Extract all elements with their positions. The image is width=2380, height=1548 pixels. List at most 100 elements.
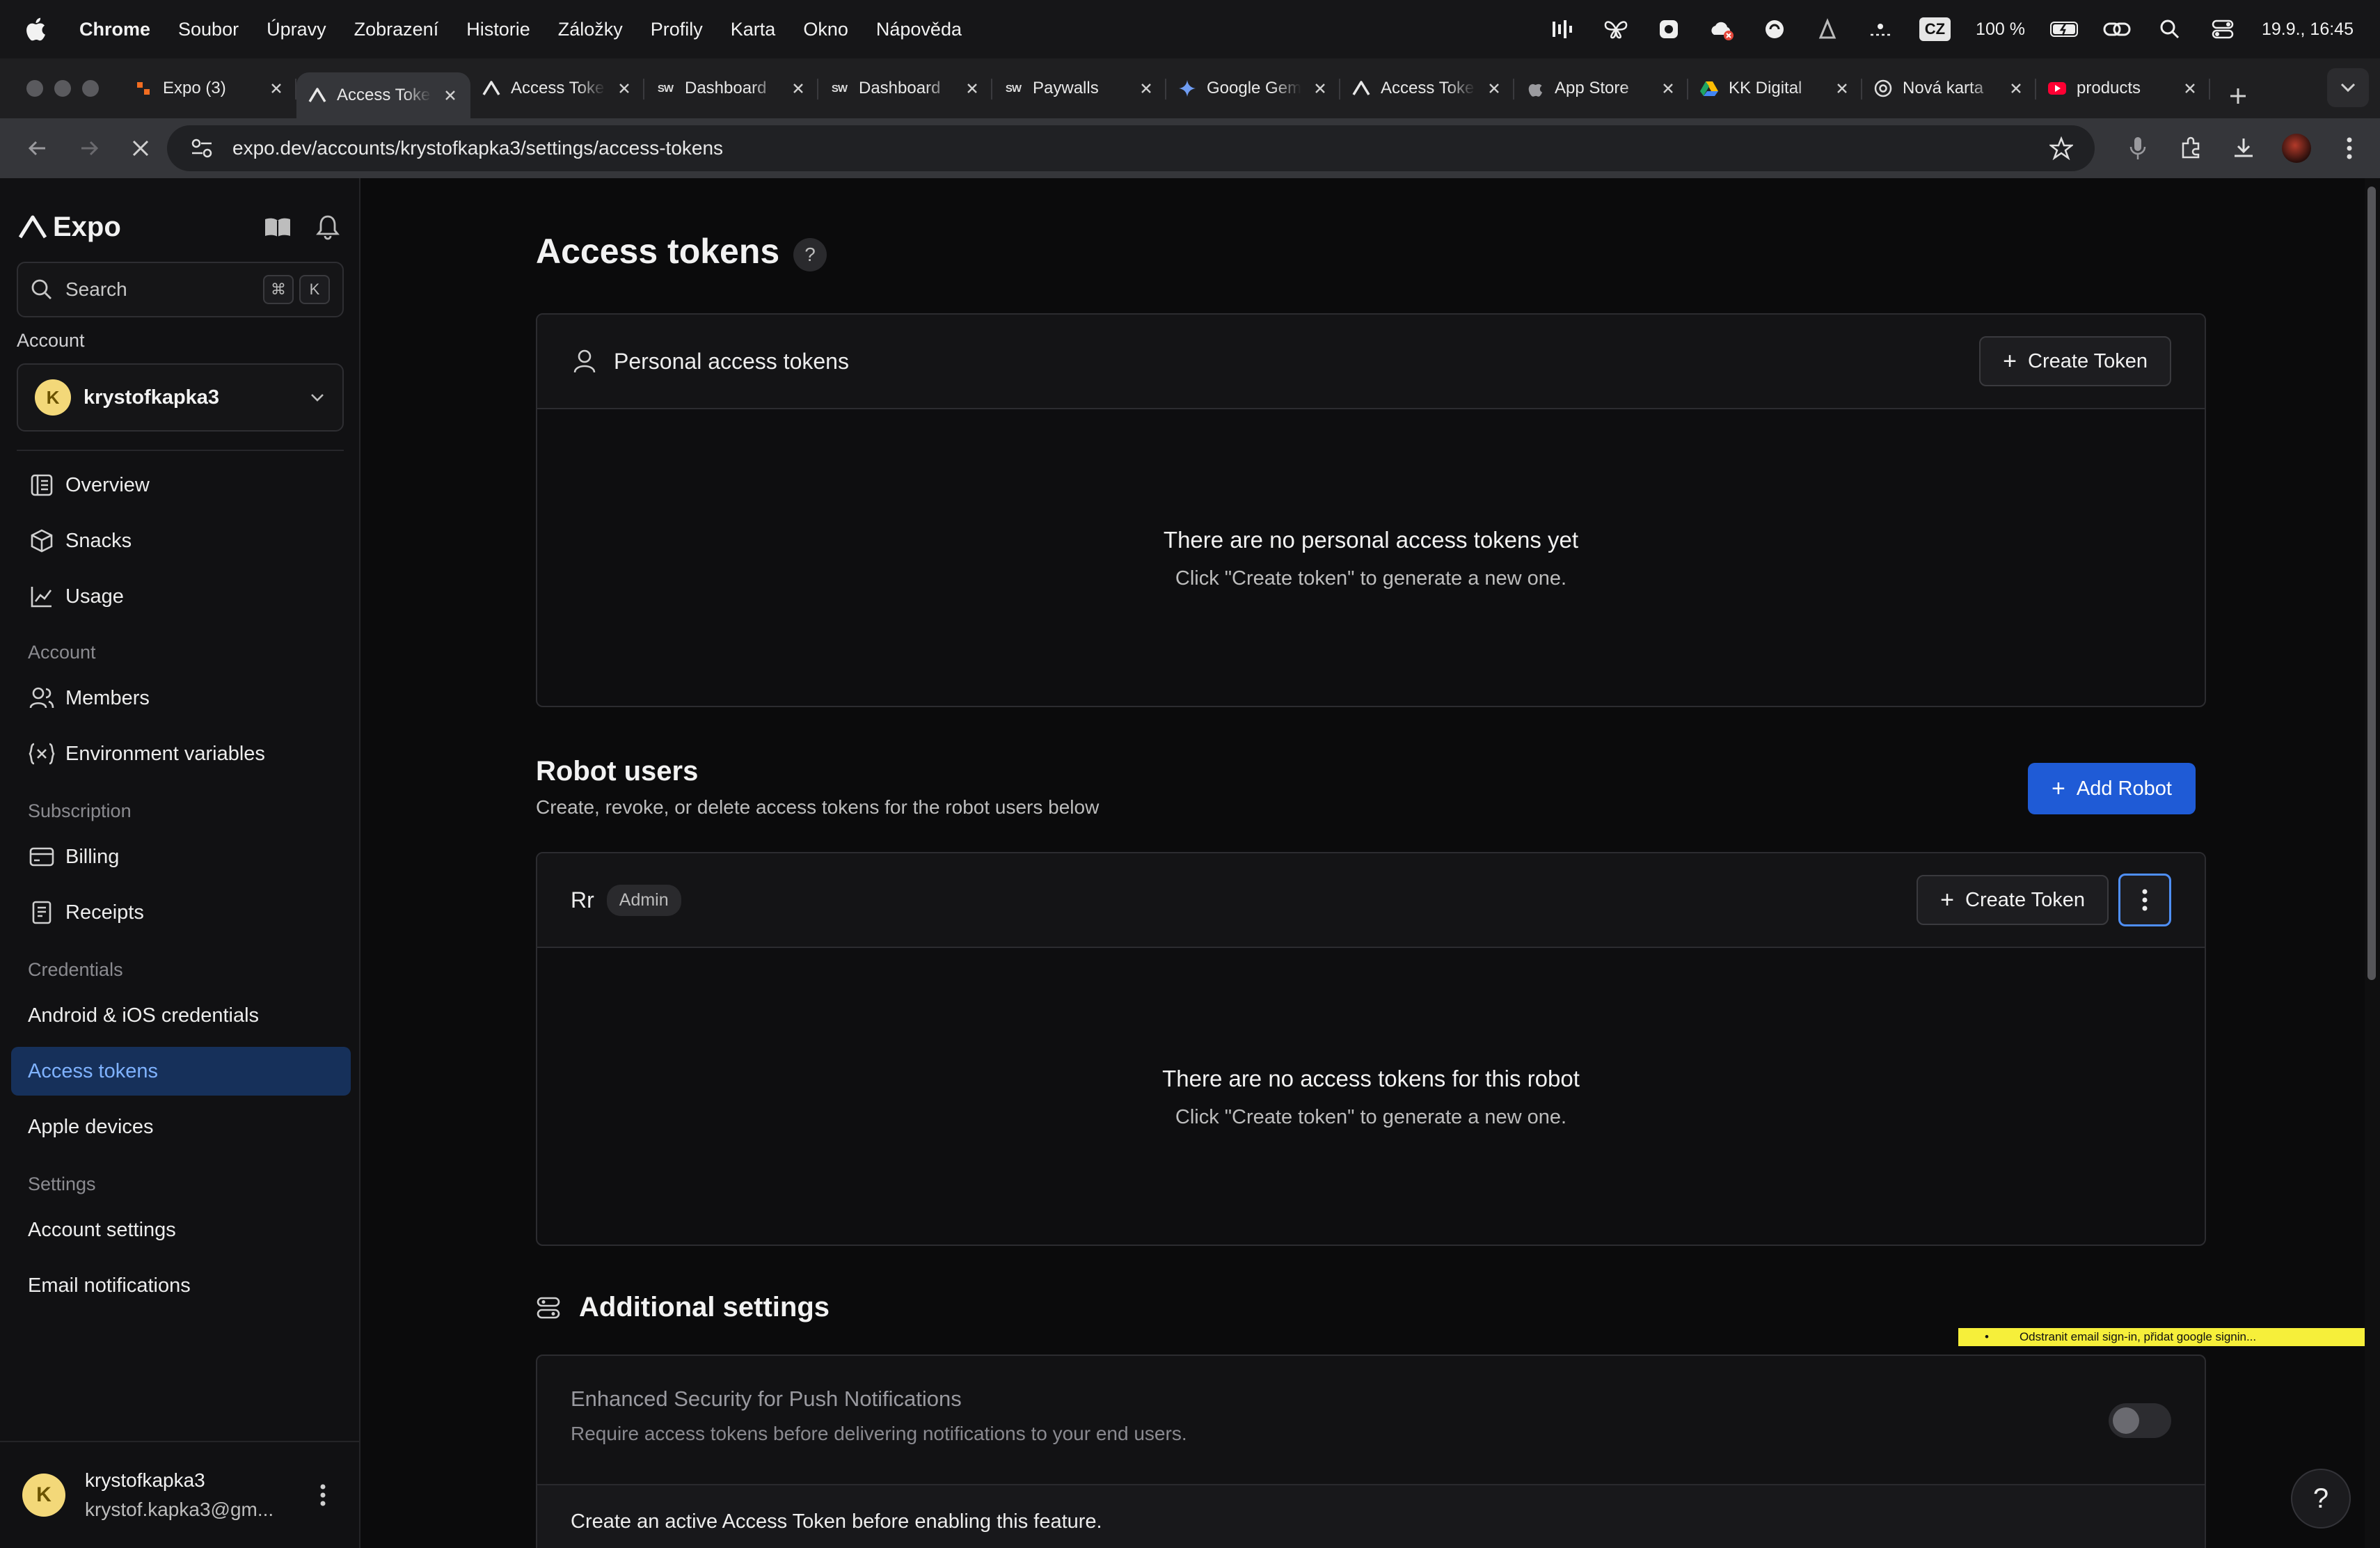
push-security-card: Enhanced Security for Push Notifications… [536,1354,2206,1548]
close-window-button[interactable] [26,80,43,97]
menu-zalozky[interactable]: Záložky [558,19,623,40]
sidebar-item-overview[interactable]: Overview [11,461,351,510]
robot-options-button[interactable] [2118,874,2171,926]
close-tab-icon[interactable] [615,79,633,97]
profile-avatar[interactable] [2280,132,2313,165]
help-floating-button[interactable]: ? [2291,1469,2351,1529]
robot-users-title: Robot users [536,756,699,787]
stop-loading-button[interactable] [120,127,161,169]
browser-tab[interactable]: SW Dashboard [818,66,992,111]
close-tab-icon[interactable] [441,86,459,104]
close-tab-icon[interactable] [1137,79,1155,97]
spotlight-search-icon[interactable] [2156,17,2184,41]
site-info-icon[interactable] [187,133,217,164]
download-icon[interactable] [2227,132,2260,165]
back-button[interactable] [17,127,58,169]
privacy-icon[interactable] [1814,17,1841,41]
avatar[interactable]: K [22,1474,65,1517]
menu-okno[interactable]: Okno [803,19,848,40]
browser-tab[interactable]: Access Tokens [470,66,644,111]
apple-menu-icon[interactable] [25,15,49,43]
browser-tab[interactable]: KK Digital [1688,66,1862,111]
browser-tab[interactable]: Access Tokens [1340,66,1514,111]
sidebar-item-snacks[interactable]: Snacks [11,516,351,565]
push-security-toggle[interactable] [2109,1403,2171,1438]
sidebar-item-access-tokens[interactable]: Access tokens [11,1047,351,1096]
docs-book-icon[interactable] [263,212,292,242]
extensions-puzzle-icon[interactable] [2174,132,2207,165]
browser-tab[interactable]: Expo (3) [122,66,296,111]
scrollbar-thumb[interactable] [2367,187,2376,980]
expo-logo[interactable]: Expo [18,212,121,243]
clock[interactable]: 19.9., 16:45 [2262,19,2354,40]
new-tab-button[interactable] [2217,74,2259,118]
create-robot-token-button[interactable]: + Create Token [1917,875,2109,925]
close-tab-icon[interactable] [2181,79,2199,97]
notifications-bell-icon[interactable] [313,212,342,242]
close-tab-icon[interactable] [2007,79,2025,97]
close-tab-icon[interactable] [1659,79,1677,97]
input-source-badge[interactable]: CZ [1919,17,1951,41]
sidebar-header: Expo [18,206,342,248]
close-tab-icon[interactable] [789,79,807,97]
battery-icon[interactable] [2049,17,2078,41]
browser-tab[interactable]: Access Tokens [296,72,470,118]
close-tab-icon[interactable] [1833,79,1851,97]
menu-napoveda[interactable]: Nápověda [876,19,962,40]
sidebar-item-apple-devices[interactable]: Apple devices [11,1103,351,1151]
sidebar-item-members[interactable]: Members [11,674,351,722]
menu-soubor[interactable]: Soubor [178,19,239,40]
bookmark-star-icon[interactable] [2047,134,2075,162]
menu-zobrazeni[interactable]: Zobrazení [354,19,439,40]
sidebar-item-receipts[interactable]: Receipts [11,888,351,937]
control-center-icon[interactable] [2209,17,2237,41]
close-tab-icon[interactable] [963,79,981,97]
menu-upravy[interactable]: Úpravy [267,19,326,40]
tab-search-button[interactable] [2327,68,2369,107]
chrome-menu-icon[interactable] [2333,132,2366,165]
browser-tab-strip: Expo (3) Access Tokens Access Tokens SW Dash… [0,58,2380,118]
sidebar-item-billing[interactable]: Billing [11,832,351,881]
browser-tab[interactable]: SW Paywalls [992,66,1166,111]
close-tab-icon[interactable] [1485,79,1503,97]
page-scrollbar[interactable] [2365,178,2380,1548]
help-question-icon[interactable]: ? [793,238,827,271]
sidebar-item-label: Receipts [65,901,144,924]
sticky-note-overlay[interactable]: • Odstranit email sign-in, přidat google… [1958,1328,2380,1346]
menu-historie[interactable]: Historie [466,19,530,40]
browser-tab[interactable]: SW Dashboard [644,66,818,111]
sidebar-item-android-ios-credentials[interactable]: Android & iOS credentials [11,991,351,1040]
minimize-window-button[interactable] [54,80,71,97]
gear-app-icon[interactable] [1655,17,1683,41]
browser-tab[interactable]: App Store [1514,66,1688,111]
address-bar[interactable]: expo.dev/accounts/krystofkapka3/settings… [167,125,2095,171]
close-tab-icon[interactable] [1311,79,1329,97]
url-text[interactable]: expo.dev/accounts/krystofkapka3/settings… [232,137,2047,159]
browser-tab[interactable]: Google Gemini [1166,66,1340,111]
browser-tab[interactable]: products [2036,66,2210,111]
create-personal-token-button[interactable]: + Create Token [1979,336,2171,386]
audio-bars-icon[interactable] [1549,17,1577,41]
forward-button[interactable] [68,127,110,169]
cloud-error-icon[interactable] [1708,17,1736,41]
empty-title: There are no access tokens for this robo… [1162,1065,1580,1091]
browser-tab[interactable]: Nová karta [1862,66,2036,111]
user-menu-kebab-icon[interactable] [309,1478,337,1512]
sidebar-item-email-notifications[interactable]: Email notifications [11,1261,351,1310]
focus-icon[interactable] [1761,17,1788,41]
microphone-icon[interactable] [2121,132,2155,165]
account-switcher[interactable]: K krystofkapka3 [17,363,344,432]
menu-app-name[interactable]: Chrome [79,19,150,40]
weather-icon[interactable] [1866,17,1894,41]
sidebar-item-environment-variables[interactable]: Environment variables [11,729,351,778]
close-tab-icon[interactable] [267,79,285,97]
link-icon[interactable] [2103,17,2131,41]
search-input[interactable]: Search ⌘ K [17,262,344,317]
add-robot-button[interactable]: + Add Robot [2028,763,2196,814]
butterfly-icon[interactable] [1602,17,1630,41]
menu-profily[interactable]: Profily [651,19,703,40]
sidebar-item-usage[interactable]: Usage [11,572,351,621]
sidebar-item-account-settings[interactable]: Account settings [11,1206,351,1254]
zoom-window-button[interactable] [82,80,99,97]
menu-karta[interactable]: Karta [731,19,776,40]
